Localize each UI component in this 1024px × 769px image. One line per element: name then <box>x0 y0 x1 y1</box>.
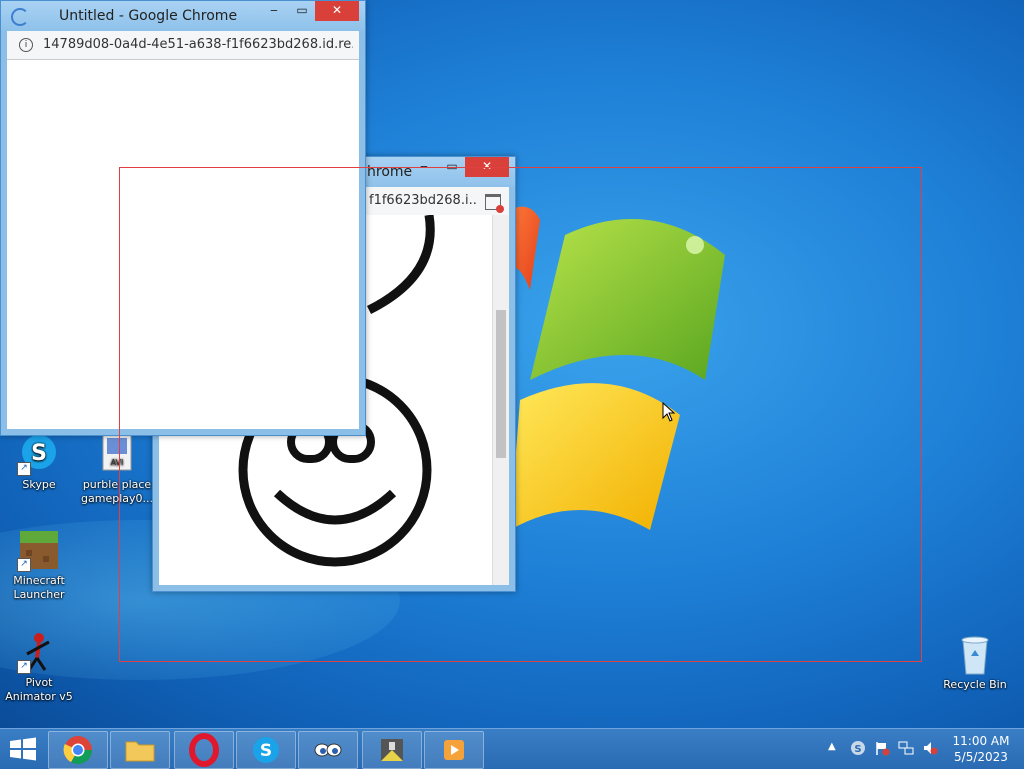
desktop-icon-recycle-bin[interactable]: Recycle Bin <box>936 632 1014 692</box>
desktop-icon-minecraft[interactable]: ↗ Minecraft Launcher <box>0 528 78 602</box>
svg-text:S: S <box>31 441 47 466</box>
close-button[interactable]: ✕ <box>465 157 509 177</box>
close-button[interactable]: ✕ <box>315 1 359 21</box>
page-content <box>7 60 359 429</box>
taskbar-media-player[interactable] <box>424 731 484 769</box>
window-title: hrome <box>367 164 413 180</box>
desktop-icon-skype[interactable]: S ↗ Skype <box>0 432 78 492</box>
taskbar-chrome[interactable] <box>48 731 108 769</box>
taskbar-file-explorer[interactable] <box>110 731 170 769</box>
vertical-scrollbar[interactable] <box>492 215 509 585</box>
media-player-icon <box>444 740 464 760</box>
desktop: S ↗ Skype AVI purble place gameplay0... … <box>0 0 1024 728</box>
show-hidden-icons-button[interactable]: ▲ <box>828 741 836 752</box>
taskbar-eyes-app[interactable] <box>298 731 358 769</box>
window-title: Untitled - Google Chrome <box>59 8 238 24</box>
desktop-icon-label: Pivot Animator v5 <box>5 676 73 703</box>
eyes-icon <box>314 743 342 757</box>
maximize-button[interactable]: ▭ <box>439 157 465 177</box>
mouse-cursor-icon <box>662 402 676 422</box>
svg-text:S: S <box>854 744 861 755</box>
minimize-button[interactable]: ‒ <box>261 1 287 21</box>
taskbar-opera[interactable] <box>174 731 234 769</box>
clock-date[interactable]: 5/5/2023 <box>946 750 1016 765</box>
scrollbar-thumb[interactable] <box>496 310 506 458</box>
taskbar-skype[interactable]: S <box>236 731 296 769</box>
chrome-window-front[interactable]: Untitled - Google Chrome ‒ ▭ ✕ i 14789d0… <box>0 0 366 436</box>
app-icon <box>381 739 403 761</box>
taskbar-app[interactable] <box>362 731 422 769</box>
desktop-icon-avi-file[interactable]: AVI purble place gameplay0... <box>78 432 156 506</box>
video-file-icon: AVI <box>95 432 139 476</box>
maximize-button[interactable]: ▭ <box>289 1 315 21</box>
stick-figure-icon: ↗ <box>17 630 61 674</box>
address-bar[interactable]: i 14789d08-0a4d-4e51-a638-f1f6623bd268.i… <box>7 31 359 60</box>
tray-skype-icon[interactable]: S <box>850 740 866 756</box>
start-button[interactable] <box>8 737 38 761</box>
chrome-icon <box>63 736 92 764</box>
action-center-flag-icon[interactable] <box>874 740 890 756</box>
address-text: f1f6623bd268.i... <box>369 193 477 208</box>
windows-start-icon <box>10 737 36 761</box>
desktop-icon-pivot-animator[interactable]: ↗ Pivot Animator v5 <box>0 630 78 704</box>
address-text: 14789d08-0a4d-4e51-a638-f1f6623bd268.id.… <box>43 37 353 52</box>
desktop-icon-label: Minecraft Launcher <box>13 574 65 601</box>
volume-muted-icon[interactable] <box>922 740 938 756</box>
desktop-icon-label: Skype <box>22 478 56 491</box>
windows-logo-wallpaper <box>510 206 725 530</box>
minimize-button[interactable]: ‒ <box>411 157 437 177</box>
network-icon[interactable] <box>898 740 914 756</box>
opera-icon <box>189 733 219 767</box>
desktop-icon-label: purble place gameplay0... <box>81 478 153 505</box>
info-icon[interactable]: i <box>19 38 33 52</box>
desktop-icon-label: Recycle Bin <box>943 678 1007 691</box>
skype-icon: S <box>253 737 279 763</box>
loading-spinner-icon <box>11 8 29 26</box>
recycle-bin-icon <box>953 632 997 676</box>
shortcut-arrow-icon: ↗ <box>17 558 31 572</box>
shortcut-arrow-icon: ↗ <box>17 462 31 476</box>
svg-text:AVI: AVI <box>111 458 124 467</box>
shortcut-arrow-icon: ↗ <box>17 660 31 674</box>
taskbar: S ▲ S 11:00 AM 5/5/2023 <box>0 728 1024 769</box>
minecraft-grass-block-icon: ↗ <box>17 528 61 572</box>
clock-time[interactable]: 11:00 AM <box>946 734 1016 749</box>
popup-blocked-icon[interactable] <box>485 194 504 213</box>
skype-icon: S ↗ <box>17 432 61 476</box>
svg-text:S: S <box>260 741 272 761</box>
folder-icon <box>125 741 155 762</box>
